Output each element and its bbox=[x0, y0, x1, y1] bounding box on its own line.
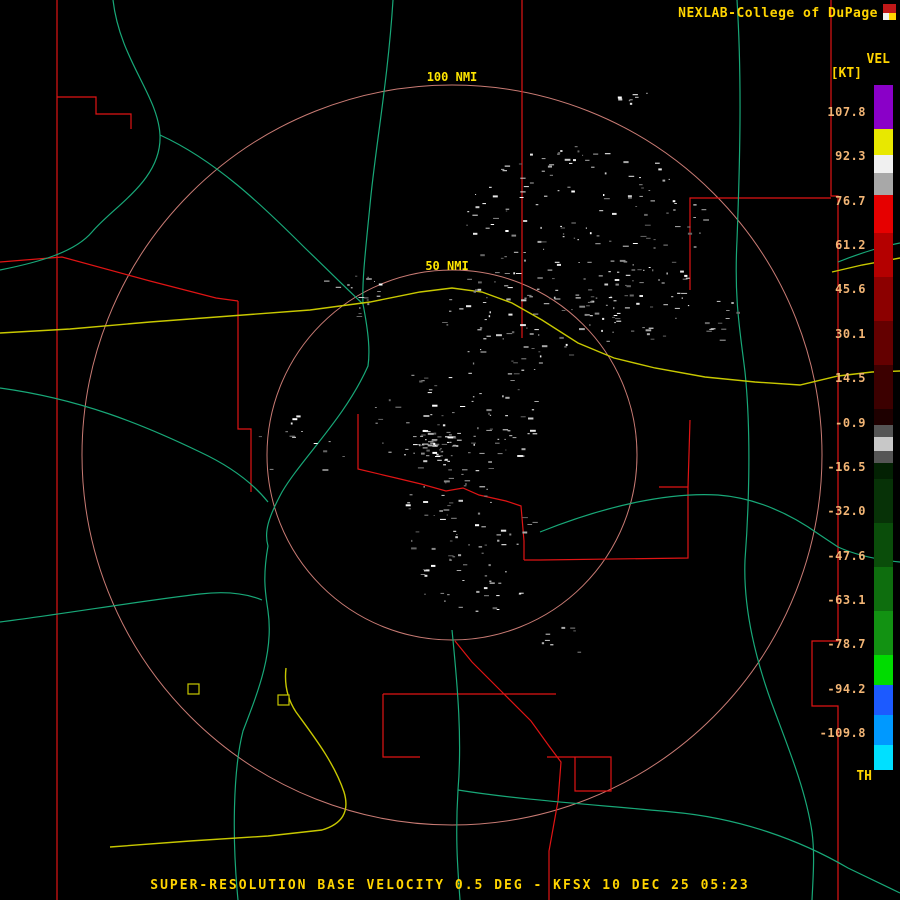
colorbar-segment bbox=[874, 85, 893, 129]
colorbar-segment bbox=[874, 451, 893, 463]
radar-map bbox=[0, 0, 900, 900]
colorbar-tick: -109.8 bbox=[819, 726, 866, 741]
colorbar-segment bbox=[874, 567, 893, 611]
radar-display: NEXLAB-College of DuPage VEL [KT] 107.8 9… bbox=[0, 0, 900, 900]
colorbar-segment bbox=[874, 437, 893, 451]
velocity-echoes bbox=[258, 92, 740, 653]
ring-label-50nmi: 50 NMI bbox=[425, 259, 469, 273]
colorbar-tick: -47.6 bbox=[827, 548, 866, 563]
colorbar-segment bbox=[874, 479, 893, 523]
colorbar-tick: -94.2 bbox=[827, 681, 866, 696]
colorbar-tick: 76.7 bbox=[835, 193, 866, 208]
range-rings bbox=[81, 84, 823, 826]
colorbar-segment bbox=[874, 715, 893, 745]
colorbar-tick: 45.6 bbox=[835, 282, 866, 297]
green-highways bbox=[0, 0, 900, 900]
colorbar-tick: -16.5 bbox=[827, 459, 866, 474]
colorbar-tick: 30.1 bbox=[835, 326, 866, 341]
colorbar-units: [KT] bbox=[830, 66, 862, 81]
colorbar-segment bbox=[874, 173, 893, 195]
colorbar-segment bbox=[874, 155, 893, 173]
colorbar-segment bbox=[874, 425, 893, 437]
colorbar-segment bbox=[874, 611, 893, 655]
product-caption: SUPER-RESOLUTION BASE VELOCITY 0.5 DEG -… bbox=[150, 878, 750, 893]
colorbar-threshold-label: TH bbox=[856, 769, 872, 784]
colorbar-segment bbox=[874, 233, 893, 277]
colorbar-tick: -32.0 bbox=[827, 504, 866, 519]
colorbar-segment bbox=[874, 321, 893, 365]
colorbar-segment bbox=[874, 365, 893, 409]
highway-marker-icon bbox=[187, 683, 290, 706]
colorbar-tick: 61.2 bbox=[835, 238, 866, 253]
colorbar-tick: -63.1 bbox=[827, 592, 866, 607]
county-boundaries bbox=[0, 0, 839, 900]
nexlab-logo-icon bbox=[883, 4, 896, 20]
colorbar-segment bbox=[874, 655, 893, 685]
colorbar-segment bbox=[874, 745, 893, 770]
colorbar-segment bbox=[874, 129, 893, 155]
colorbar-tick: -0.9 bbox=[835, 415, 866, 430]
site-title: NEXLAB-College of DuPage bbox=[678, 6, 878, 21]
colorbar-tick: 107.8 bbox=[827, 105, 866, 119]
colorbar-tick: -78.7 bbox=[827, 637, 866, 652]
colorbar-segment bbox=[874, 523, 893, 567]
colorbar-segment bbox=[874, 685, 893, 715]
colorbar-tick: 14.5 bbox=[835, 371, 866, 386]
ring-label-100nmi: 100 NMI bbox=[426, 70, 478, 84]
colorbar-segment bbox=[874, 195, 893, 233]
colorbar-tick: 92.3 bbox=[835, 149, 866, 164]
colorbar-segment bbox=[874, 277, 893, 321]
colorbar-segment bbox=[874, 409, 893, 425]
velocity-colorbar bbox=[874, 85, 893, 770]
colorbar-segment bbox=[874, 463, 893, 479]
yellow-highways bbox=[0, 257, 900, 848]
colorbar-title: VEL bbox=[866, 52, 890, 67]
